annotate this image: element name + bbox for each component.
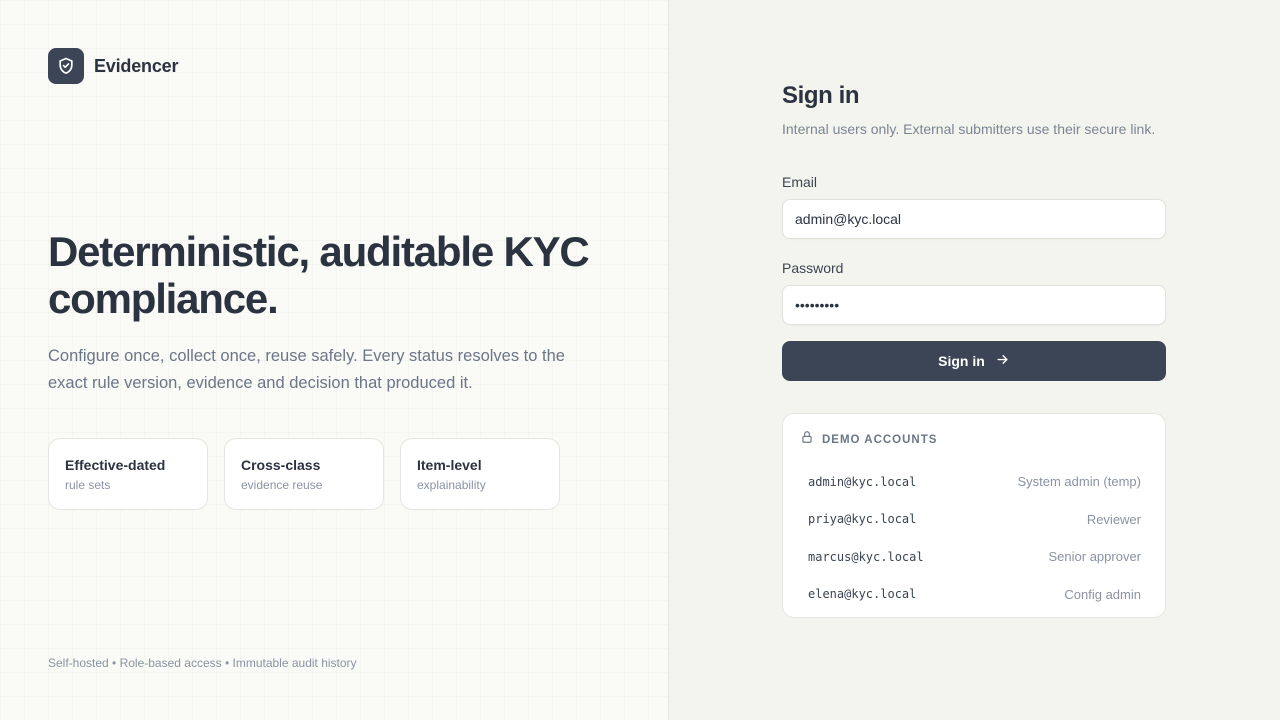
demo-account-email: priya@kyc.local <box>808 512 917 527</box>
arrow-right-icon <box>995 352 1010 370</box>
shield-check-icon <box>48 48 84 84</box>
email-label: Email <box>782 174 818 190</box>
password-label: Password <box>782 260 844 276</box>
demo-accounts-list: admin@kyc.local System admin (temp) priy… <box>800 463 1141 613</box>
feature-subtitle: rule sets <box>65 478 111 492</box>
demo-accounts-header: DEMO ACCOUNTS <box>800 430 1141 449</box>
feature-subtitle: evidence reuse <box>241 478 323 492</box>
brand-name: Evidencer <box>94 55 179 76</box>
email-field[interactable] <box>782 199 1166 239</box>
brand: Evidencer <box>48 48 178 84</box>
signin-title: Sign in <box>782 82 860 109</box>
password-field[interactable] <box>782 285 1166 325</box>
lock-icon <box>800 430 814 449</box>
demo-accounts-card: DEMO ACCOUNTS admin@kyc.local System adm… <box>782 413 1166 618</box>
feature-title: Effective-dated <box>65 457 166 473</box>
marketing-panel: Evidencer Deterministic, auditable KYC c… <box>0 0 669 720</box>
feature-title: Item-level <box>417 457 482 473</box>
feature-list: Effective-dated rule sets Cross-class ev… <box>48 438 560 510</box>
demo-accounts-title: DEMO ACCOUNTS <box>822 433 938 446</box>
demo-account-role: Config admin <box>1064 586 1141 602</box>
feature-title: Cross-class <box>241 457 321 473</box>
demo-account-row[interactable]: admin@kyc.local System admin (temp) <box>800 463 1141 501</box>
demo-account-row[interactable]: elena@kyc.local Config admin <box>800 576 1141 614</box>
signin-button[interactable]: Sign in <box>782 341 1166 381</box>
feature-subtitle: explainability <box>417 478 486 492</box>
demo-account-email: elena@kyc.local <box>808 587 917 602</box>
demo-account-row[interactable]: priya@kyc.local Reviewer <box>800 501 1141 539</box>
signin-subtitle: Internal users only. External submitters… <box>782 121 1156 137</box>
demo-account-role: Reviewer <box>1086 511 1141 527</box>
signin-form: Sign in Internal users only. External su… <box>782 82 1166 618</box>
feature-card: Effective-dated rule sets <box>48 438 208 510</box>
hero-title: Deterministic, auditable KYC compliance. <box>48 228 590 322</box>
signin-button-label: Sign in <box>938 353 985 369</box>
footer-note: Self-hosted • Role-based access • Immuta… <box>48 656 357 670</box>
feature-card: Cross-class evidence reuse <box>224 438 384 510</box>
demo-account-role: System admin (temp) <box>1017 474 1141 490</box>
demo-account-email: admin@kyc.local <box>808 474 917 489</box>
demo-account-row[interactable]: marcus@kyc.local Senior approver <box>800 538 1141 576</box>
demo-account-role: Senior approver <box>1048 549 1142 565</box>
feature-card: Item-level explainability <box>400 438 560 510</box>
signin-panel: Sign in Internal users only. External su… <box>669 0 1280 720</box>
hero-subtitle: Configure once, collect once, reuse safe… <box>48 347 565 392</box>
demo-account-email: marcus@kyc.local <box>808 549 924 564</box>
